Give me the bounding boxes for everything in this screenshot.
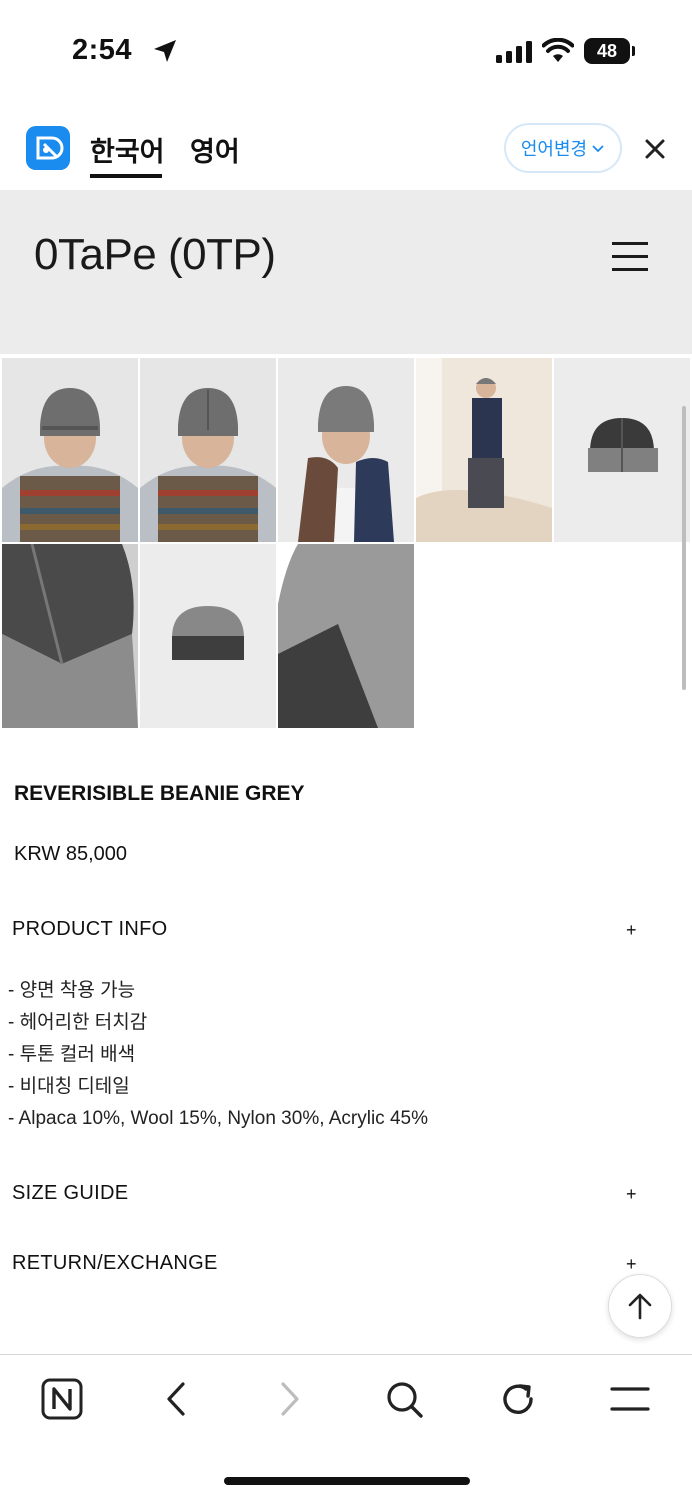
scrollbar[interactable] bbox=[682, 406, 686, 690]
close-icon[interactable] bbox=[640, 134, 670, 164]
menu-icon bbox=[610, 1387, 650, 1411]
site-title[interactable]: 0TaPe (0TP) bbox=[34, 230, 276, 280]
tab-korean[interactable]: 한국어 bbox=[90, 130, 165, 169]
hamburger-menu-icon[interactable] bbox=[612, 242, 650, 274]
arrow-up-icon bbox=[628, 1293, 652, 1320]
home-indicator bbox=[224, 1477, 470, 1485]
battery-level: 48 bbox=[584, 38, 630, 64]
location-arrow-icon bbox=[154, 40, 176, 62]
product-name: REVERISIBLE BEANIE GREY bbox=[14, 782, 305, 805]
product-image-4[interactable] bbox=[416, 358, 552, 542]
product-info-list: - 양면 착용 가능 - 헤어리한 터치감 - 투톤 컬러 배색 - 비대칭 디… bbox=[8, 975, 428, 1135]
product-info-toggle[interactable]: + bbox=[626, 920, 637, 941]
info-line: - 투톤 컬러 배색 bbox=[8, 1044, 136, 1065]
change-language-button[interactable]: 언어변경 bbox=[504, 123, 622, 173]
search-button[interactable] bbox=[382, 1377, 426, 1421]
naver-n-icon bbox=[41, 1378, 83, 1420]
product-image-2[interactable] bbox=[140, 358, 276, 542]
change-language-label: 언어변경 bbox=[520, 139, 588, 159]
active-tab-underline bbox=[90, 174, 162, 178]
chevron-down-icon bbox=[592, 145, 604, 153]
refresh-button[interactable] bbox=[496, 1377, 540, 1421]
chevron-left-icon bbox=[167, 1382, 185, 1416]
scroll-to-top-button[interactable] bbox=[608, 1274, 672, 1338]
product-price: KRW 85,000 bbox=[14, 843, 128, 865]
product-image-5[interactable] bbox=[554, 358, 690, 542]
battery-icon: 48 bbox=[584, 38, 636, 64]
tab-english[interactable]: 영어 bbox=[190, 130, 240, 169]
info-line: - Alpaca 10%, Wool 15%, Nylon 30%, Acryl… bbox=[8, 1108, 428, 1129]
section-size-guide[interactable]: SIZE GUIDE bbox=[12, 1182, 128, 1205]
forward-button[interactable] bbox=[268, 1377, 312, 1421]
chevron-right-icon bbox=[281, 1382, 299, 1416]
site-header: 0TaPe (0TP) bbox=[0, 190, 692, 354]
naver-home-button[interactable] bbox=[40, 1377, 84, 1421]
return-exchange-toggle[interactable]: + bbox=[626, 1254, 637, 1275]
info-line: - 양면 착용 가능 bbox=[8, 980, 136, 1001]
info-line: - 헤어리한 터치감 bbox=[8, 1012, 148, 1033]
product-image-8[interactable] bbox=[278, 544, 414, 728]
refresh-icon bbox=[503, 1384, 533, 1414]
gallery-empty-area bbox=[416, 544, 692, 728]
section-return-exchange[interactable]: RETURN/EXCHANGE bbox=[12, 1252, 218, 1275]
section-product-info[interactable]: PRODUCT INFO bbox=[12, 918, 167, 941]
status-time: 2:54 bbox=[72, 34, 133, 66]
product-image-6[interactable] bbox=[2, 544, 138, 728]
info-line: - 비대칭 디테일 bbox=[8, 1076, 130, 1097]
product-gallery bbox=[0, 356, 692, 730]
product-image-1[interactable] bbox=[2, 358, 138, 542]
browser-toolbar bbox=[0, 1354, 692, 1500]
translate-bar: 한국어 영어 언어변경 bbox=[0, 100, 692, 190]
back-button[interactable] bbox=[154, 1377, 198, 1421]
status-bar: 2:54 48 bbox=[0, 0, 692, 100]
cellular-signal-icon bbox=[496, 41, 532, 63]
product-image-3[interactable] bbox=[278, 358, 414, 542]
product-image-7[interactable] bbox=[140, 544, 276, 728]
browser-menu-button[interactable] bbox=[608, 1377, 652, 1421]
wifi-icon bbox=[542, 38, 574, 62]
search-icon bbox=[387, 1382, 423, 1418]
size-guide-toggle[interactable]: + bbox=[626, 1184, 637, 1205]
translator-logo-icon[interactable] bbox=[26, 126, 70, 170]
